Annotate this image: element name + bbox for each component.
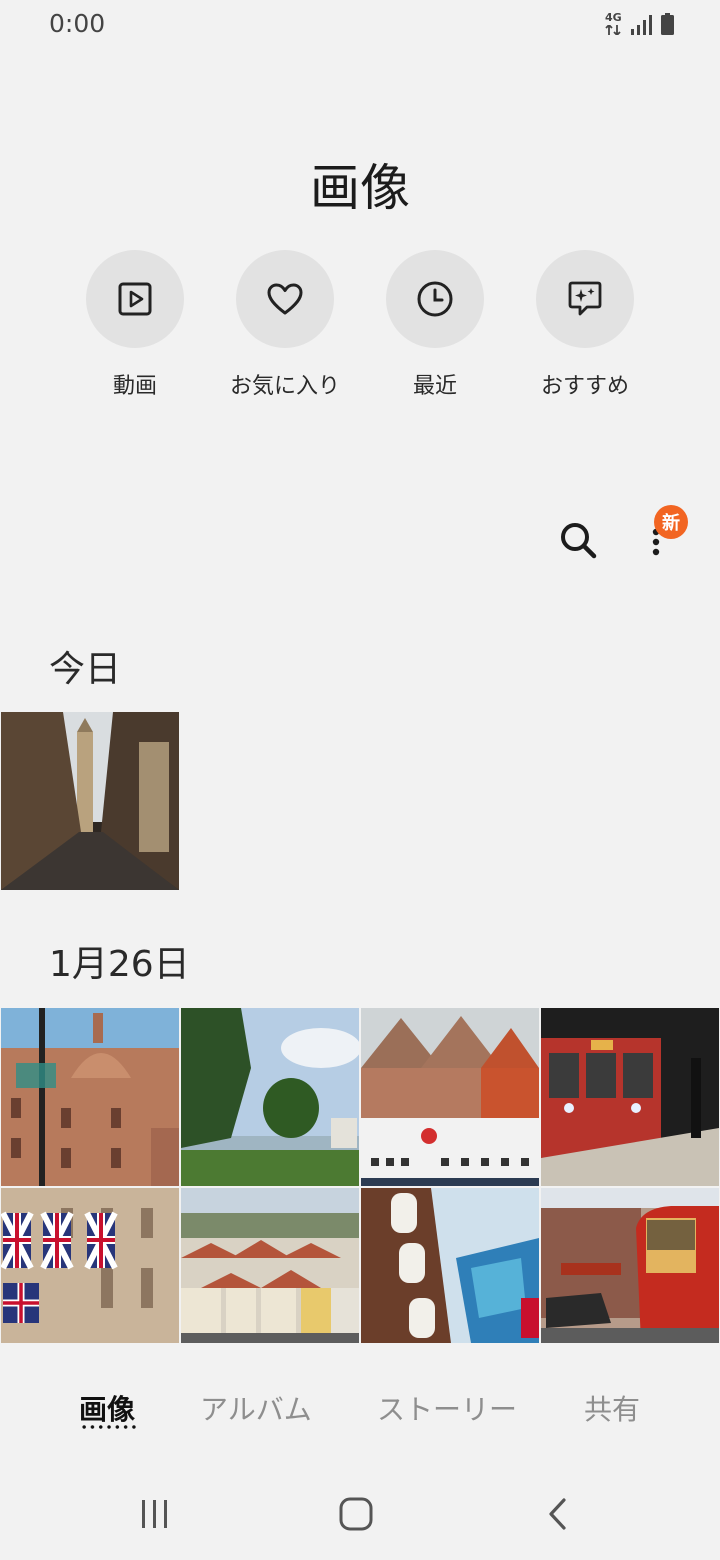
search-icon [561,523,597,559]
recent-apps-icon [142,1500,167,1528]
tab-shared[interactable]: 共有 [584,1388,640,1428]
section-header-jan-26: 1月26日 [49,944,190,985]
photo-thumbnail[interactable] [181,1008,359,1186]
shortcut-videos[interactable]: 動画 [60,250,210,400]
photo-thumbnail[interactable] [181,1188,359,1343]
red-bus-on-street-image [541,1188,719,1343]
shortcut-row: 動画 お気に入り 最近 おすすめ [0,250,720,410]
shortcut-recent[interactable]: 最近 [360,250,510,400]
back-button[interactable] [538,1494,578,1534]
recent-apps-button[interactable] [135,1494,175,1534]
page-title: 画像 [310,159,410,217]
subway-train-at-station-image [541,1008,719,1186]
status-bar: 0:00 4G [0,0,720,50]
shortcut-videos-circle[interactable] [86,250,184,348]
tab-stories[interactable]: ストーリー [377,1388,517,1428]
photo-thumbnail[interactable] [1,1008,179,1186]
park-with-trees-image [181,1008,359,1186]
back-icon [549,1498,566,1530]
sparkle-chat-icon [568,281,602,316]
bottom-tab-bar: 画像 アルバム ストーリー 共有 [0,1378,720,1438]
tab-pictures[interactable]: 画像 [79,1388,135,1428]
shortcut-recent-label: 最近 [412,374,457,399]
signal-icon [631,15,652,35]
home-icon [339,1497,373,1531]
new-badge: 新 [654,505,688,539]
tab-albums[interactable]: アルバム [200,1388,312,1428]
brick-buildings-with-boat-image [361,1008,539,1186]
shortcut-suggestions-circle[interactable] [536,250,634,348]
photo-thumbnail[interactable] [361,1188,539,1343]
network-4g-icon: 4G [605,11,623,35]
network-type-label: 4G [605,11,622,24]
play-video-icon [118,282,152,316]
photo-thumbnail[interactable] [541,1188,719,1343]
search-button[interactable] [556,518,600,562]
photo-thumbnail[interactable] [1,1188,179,1343]
photo-thumbnail[interactable] [1,712,179,890]
buildings-with-union-jack-flags-image [1,1188,179,1343]
shortcut-suggestions-label: おすすめ [540,374,629,399]
photo-thumbnail[interactable] [541,1008,719,1186]
status-time: 0:00 [49,9,106,38]
system-nav-bar [0,1480,720,1550]
shop-signs-with-lanterns-image [361,1188,539,1343]
clock-icon [417,281,453,317]
status-icons: 4G [605,11,674,35]
photo-thumbnail[interactable] [361,1008,539,1186]
shortcut-favorites-circle[interactable] [236,250,334,348]
shortcut-recent-circle[interactable] [386,250,484,348]
narrow-street-with-tower-image [1,712,179,890]
shortcut-videos-label: 動画 [112,374,157,399]
battery-icon [661,13,674,35]
home-button[interactable] [336,1494,376,1534]
active-tab-indicator [80,1425,138,1429]
shortcut-favorites-label: お気に入り [229,374,340,399]
city-rooftops-panorama-image [181,1188,359,1343]
shortcut-favorites[interactable]: お気に入り [210,250,360,400]
heart-icon [267,283,303,315]
section-header-today: 今日 [49,649,122,690]
shortcut-suggestions[interactable]: おすすめ [510,250,660,400]
gallery-screen: 0:00 4G 画像 動画 お気に入り 最近 おすすめ 新 今日 1月26日 画… [0,0,720,1560]
ornate-dome-building-image [1,1008,179,1186]
